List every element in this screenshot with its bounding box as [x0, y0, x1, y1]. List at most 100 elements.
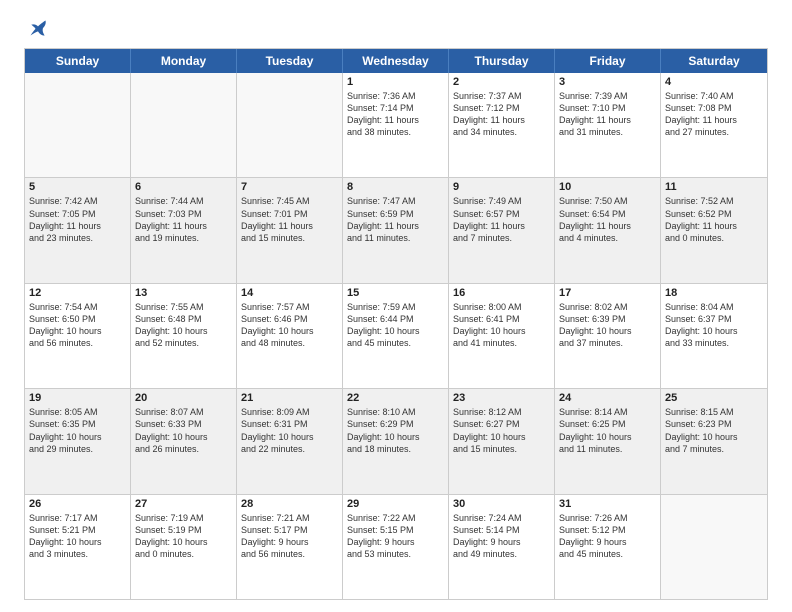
day-number: 27	[135, 498, 232, 510]
header-tuesday: Tuesday	[237, 49, 343, 73]
cal-cell: 8Sunrise: 7:47 AMSunset: 6:59 PMDaylight…	[343, 178, 449, 282]
day-number: 28	[241, 498, 338, 510]
day-number: 5	[29, 181, 126, 193]
cell-info: Sunrise: 7:19 AMSunset: 5:19 PMDaylight:…	[135, 512, 232, 561]
cell-info: Sunrise: 8:12 AMSunset: 6:27 PMDaylight:…	[453, 406, 550, 455]
day-number: 6	[135, 181, 232, 193]
day-number: 31	[559, 498, 656, 510]
cal-cell: 20Sunrise: 8:07 AMSunset: 6:33 PMDayligh…	[131, 389, 237, 493]
cell-info: Sunrise: 8:09 AMSunset: 6:31 PMDaylight:…	[241, 406, 338, 455]
day-number: 23	[453, 392, 550, 404]
day-number: 22	[347, 392, 444, 404]
cal-cell: 24Sunrise: 8:14 AMSunset: 6:25 PMDayligh…	[555, 389, 661, 493]
cal-cell: 29Sunrise: 7:22 AMSunset: 5:15 PMDayligh…	[343, 495, 449, 599]
cell-info: Sunrise: 7:17 AMSunset: 5:21 PMDaylight:…	[29, 512, 126, 561]
week-4: 19 Sunrise: 8:05 AMSunset: 6:35 PMDayligh…	[25, 388, 767, 493]
day-number: 21	[241, 392, 338, 404]
day-number: 19	[29, 392, 126, 404]
day-number: 30	[453, 498, 550, 510]
cal-cell: 19 Sunrise: 8:05 AMSunset: 6:35 PMDayligh…	[25, 389, 131, 493]
day-number: 1	[347, 76, 444, 88]
header-monday: Monday	[131, 49, 237, 73]
cell-info: Sunrise: 7:40 AMSunset: 7:08 PMDaylight:…	[665, 90, 763, 139]
cell-info: Sunrise: 7:57 AMSunset: 6:46 PMDaylight:…	[241, 301, 338, 350]
cal-cell	[661, 495, 767, 599]
day-number: 2	[453, 76, 550, 88]
cell-info: Sunrise: 7:47 AMSunset: 6:59 PMDaylight:…	[347, 195, 444, 244]
cell-info: Sunrise: 7:21 AMSunset: 5:17 PMDaylight:…	[241, 512, 338, 561]
cell-info: Sunrise: 7:39 AMSunset: 7:10 PMDaylight:…	[559, 90, 656, 139]
cell-info: Sunrise: 7:36 AMSunset: 7:14 PMDaylight:…	[347, 90, 444, 139]
cal-cell: 30 Sunrise: 7:24 AMSunset: 5:14 PMDayligh…	[449, 495, 555, 599]
day-number: 25	[665, 392, 763, 404]
cal-cell: 6Sunrise: 7:44 AMSunset: 7:03 PMDaylight…	[131, 178, 237, 282]
cell-info: Sunrise: 7:45 AMSunset: 7:01 PMDaylight:…	[241, 195, 338, 244]
cal-cell	[25, 73, 131, 177]
day-number: 16	[453, 287, 550, 299]
day-number: 7	[241, 181, 338, 193]
cal-cell: 18 Sunrise: 8:04 AMSunset: 6:37 PMDayligh…	[661, 284, 767, 388]
cell-info: Sunrise: 8:02 AMSunset: 6:39 PMDaylight:…	[559, 301, 656, 350]
cal-cell: 9Sunrise: 7:49 AMSunset: 6:57 PMDaylight…	[449, 178, 555, 282]
cell-info: Sunrise: 7:26 AMSunset: 5:12 PMDaylight:…	[559, 512, 656, 561]
cal-cell: 12Sunrise: 7:54 AMSunset: 6:50 PMDayligh…	[25, 284, 131, 388]
day-number: 4	[665, 76, 763, 88]
cal-cell	[131, 73, 237, 177]
cal-cell: 14 Sunrise: 7:57 AMSunset: 6:46 PMDayligh…	[237, 284, 343, 388]
week-2: 5 Sunrise: 7:42 AMSunset: 7:05 PMDaylight…	[25, 177, 767, 282]
day-number: 29	[347, 498, 444, 510]
cell-info: Sunrise: 7:42 AMSunset: 7:05 PMDaylight:…	[29, 195, 126, 244]
cal-cell: 11 Sunrise: 7:52 AMSunset: 6:52 PMDayligh…	[661, 178, 767, 282]
logo	[24, 18, 48, 38]
cal-cell: 16Sunrise: 8:00 AMSunset: 6:41 PMDayligh…	[449, 284, 555, 388]
cal-cell	[237, 73, 343, 177]
cal-cell: 23 Sunrise: 8:12 AMSunset: 6:27 PMDayligh…	[449, 389, 555, 493]
cell-info: Sunrise: 7:59 AMSunset: 6:44 PMDaylight:…	[347, 301, 444, 350]
cal-cell: 17 Sunrise: 8:02 AMSunset: 6:39 PMDayligh…	[555, 284, 661, 388]
page: SundayMondayTuesdayWednesdayThursdayFrid…	[0, 0, 792, 612]
cell-info: Sunrise: 8:10 AMSunset: 6:29 PMDaylight:…	[347, 406, 444, 455]
header-thursday: Thursday	[449, 49, 555, 73]
day-number: 18	[665, 287, 763, 299]
cal-cell: 27 Sunrise: 7:19 AMSunset: 5:19 PMDayligh…	[131, 495, 237, 599]
cal-cell: 25 Sunrise: 8:15 AMSunset: 6:23 PMDayligh…	[661, 389, 767, 493]
cell-info: Sunrise: 7:55 AMSunset: 6:48 PMDaylight:…	[135, 301, 232, 350]
cell-info: Sunrise: 8:05 AMSunset: 6:35 PMDaylight:…	[29, 406, 126, 455]
cal-cell: 10 Sunrise: 7:50 AMSunset: 6:54 PMDayligh…	[555, 178, 661, 282]
week-3: 12Sunrise: 7:54 AMSunset: 6:50 PMDayligh…	[25, 283, 767, 388]
day-number: 14	[241, 287, 338, 299]
cell-info: Sunrise: 8:04 AMSunset: 6:37 PMDaylight:…	[665, 301, 763, 350]
cell-info: Sunrise: 7:24 AMSunset: 5:14 PMDaylight:…	[453, 512, 550, 561]
cal-cell: 28 Sunrise: 7:21 AMSunset: 5:17 PMDayligh…	[237, 495, 343, 599]
cell-info: Sunrise: 7:50 AMSunset: 6:54 PMDaylight:…	[559, 195, 656, 244]
header	[24, 18, 768, 38]
week-1: 1 Sunrise: 7:36 AMSunset: 7:14 PMDaylight…	[25, 73, 767, 177]
cell-info: Sunrise: 7:49 AMSunset: 6:57 PMDaylight:…	[453, 195, 550, 244]
cal-cell: 21 Sunrise: 8:09 AMSunset: 6:31 PMDayligh…	[237, 389, 343, 493]
header-sunday: Sunday	[25, 49, 131, 73]
day-number: 11	[665, 181, 763, 193]
cell-info: Sunrise: 8:15 AMSunset: 6:23 PMDaylight:…	[665, 406, 763, 455]
day-number: 10	[559, 181, 656, 193]
cal-cell: 22 Sunrise: 8:10 AMSunset: 6:29 PMDayligh…	[343, 389, 449, 493]
day-number: 12	[29, 287, 126, 299]
header-saturday: Saturday	[661, 49, 767, 73]
day-number: 3	[559, 76, 656, 88]
calendar-body: 1 Sunrise: 7:36 AMSunset: 7:14 PMDaylight…	[25, 73, 767, 599]
header-friday: Friday	[555, 49, 661, 73]
day-number: 20	[135, 392, 232, 404]
week-5: 26 Sunrise: 7:17 AMSunset: 5:21 PMDayligh…	[25, 494, 767, 599]
logo-bird-icon	[28, 18, 48, 38]
cell-info: Sunrise: 7:52 AMSunset: 6:52 PMDaylight:…	[665, 195, 763, 244]
cal-cell: 3 Sunrise: 7:39 AMSunset: 7:10 PMDaylight…	[555, 73, 661, 177]
cal-cell: 1 Sunrise: 7:36 AMSunset: 7:14 PMDaylight…	[343, 73, 449, 177]
day-number: 17	[559, 287, 656, 299]
day-number: 26	[29, 498, 126, 510]
day-number: 13	[135, 287, 232, 299]
calendar: SundayMondayTuesdayWednesdayThursdayFrid…	[24, 48, 768, 600]
cal-cell: 13 Sunrise: 7:55 AMSunset: 6:48 PMDayligh…	[131, 284, 237, 388]
cal-cell: 7 Sunrise: 7:45 AMSunset: 7:01 PMDaylight…	[237, 178, 343, 282]
cal-cell: 2Sunrise: 7:37 AMSunset: 7:12 PMDaylight…	[449, 73, 555, 177]
cal-cell: 4 Sunrise: 7:40 AMSunset: 7:08 PMDaylight…	[661, 73, 767, 177]
cal-cell: 15Sunrise: 7:59 AMSunset: 6:44 PMDayligh…	[343, 284, 449, 388]
